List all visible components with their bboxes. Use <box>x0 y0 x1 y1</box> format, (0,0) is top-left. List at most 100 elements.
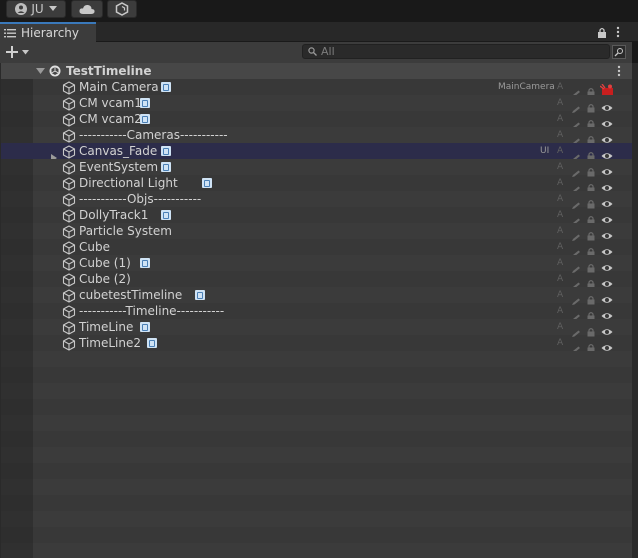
lock-icon[interactable] <box>587 194 595 209</box>
visibility-eye-icon[interactable] <box>601 210 613 223</box>
hierarchy-row[interactable]: Cube (2) A <box>1 271 632 289</box>
pen-icon[interactable] <box>571 115 581 129</box>
visibility-eye-icon[interactable] <box>601 146 613 159</box>
hierarchy-row[interactable]: Canvas_Fade UI A <box>1 143 632 162</box>
visibility-eye-icon[interactable] <box>601 130 613 143</box>
visibility-eye-icon[interactable] <box>601 162 613 175</box>
hierarchy-row[interactable]: -----------Timeline----------- A <box>1 303 632 321</box>
hierarchy-row[interactable]: EventSystem A <box>1 159 632 177</box>
lock-icon[interactable] <box>587 114 595 129</box>
kebab-menu-icon[interactable] <box>616 26 620 38</box>
lock-icon[interactable] <box>587 322 595 337</box>
pen-icon[interactable] <box>571 83 581 97</box>
pen-icon[interactable] <box>571 275 581 289</box>
pen-icon[interactable] <box>571 131 581 145</box>
gameobject-cube-icon <box>62 272 76 287</box>
pen-icon[interactable] <box>571 163 581 177</box>
cloud-button[interactable] <box>71 0 103 18</box>
hierarchy-row[interactable]: Cube A <box>1 239 632 257</box>
hierarchy-list[interactable]: TestTimeline Main Camera MainCamera A CM vc… <box>0 63 632 558</box>
gameobject-cube-icon <box>62 144 76 159</box>
kebab-menu-icon[interactable] <box>617 65 621 77</box>
lock-icon[interactable] <box>587 162 595 177</box>
lock-icon[interactable] <box>587 82 595 97</box>
visibility-eye-icon[interactable] <box>601 114 613 127</box>
lock-icon[interactable] <box>587 258 595 273</box>
visibility-eye-icon[interactable] <box>601 194 613 207</box>
script-badge-icon <box>161 146 171 156</box>
row-gutter <box>1 63 33 79</box>
font-a-icon: A <box>557 274 564 284</box>
account-dropdown[interactable]: JU <box>6 0 66 18</box>
lock-icon[interactable] <box>587 210 595 225</box>
lock-icon[interactable] <box>587 290 595 305</box>
lock-icon[interactable] <box>587 226 595 241</box>
visibility-eye-icon[interactable] <box>601 178 613 191</box>
visibility-eye-icon[interactable] <box>601 290 613 303</box>
pen-icon[interactable] <box>571 323 581 337</box>
hierarchy-row[interactable]: -----------Objs----------- A <box>1 191 632 209</box>
hierarchy-row[interactable]: Main Camera MainCamera A <box>1 79 632 97</box>
font-a-icon: A <box>557 162 564 172</box>
visibility-eye-icon[interactable] <box>601 226 613 239</box>
pen-icon[interactable] <box>571 195 581 209</box>
hierarchy-row[interactable]: Directional Light A <box>1 175 632 193</box>
empty-row <box>1 543 632 558</box>
pen-icon[interactable] <box>571 243 581 257</box>
visibility-eye-icon[interactable] <box>601 338 613 351</box>
tab-hierarchy[interactable]: Hierarchy <box>0 22 96 42</box>
pen-icon[interactable] <box>571 307 581 321</box>
hierarchy-row[interactable]: TimeLine A <box>1 319 632 337</box>
search-field[interactable]: All <box>302 44 610 59</box>
pen-icon[interactable] <box>571 147 581 161</box>
visibility-eye-icon[interactable] <box>601 242 613 255</box>
expand-arrow-icon[interactable] <box>51 147 58 162</box>
lock-icon[interactable] <box>587 242 595 257</box>
create-dropdown[interactable] <box>4 44 32 60</box>
hierarchy-row[interactable]: CM vcam2 A <box>1 111 632 129</box>
gameobject-cube-icon <box>62 192 76 207</box>
gameobject-cube-icon <box>62 240 76 255</box>
hierarchy-row[interactable]: DollyTrack1 A <box>1 207 632 225</box>
gameobject-name: TimeLine2 <box>79 336 142 350</box>
pen-icon[interactable] <box>571 227 581 241</box>
row-gutter <box>1 127 33 143</box>
script-badge-icon <box>140 114 150 124</box>
script-badge-icon <box>161 82 171 92</box>
lock-icon[interactable] <box>587 274 595 289</box>
search-input[interactable]: All <box>321 45 335 58</box>
pen-icon[interactable] <box>571 339 581 353</box>
row-gutter <box>1 463 33 479</box>
expand-arrow-icon[interactable] <box>36 68 45 75</box>
lock-icon[interactable] <box>587 178 595 193</box>
hierarchy-row[interactable]: -----------Cameras----------- A <box>1 127 632 145</box>
pen-icon[interactable] <box>571 291 581 305</box>
collab-button[interactable] <box>107 0 137 18</box>
visibility-eye-icon[interactable] <box>601 98 613 111</box>
scene-row[interactable]: TestTimeline <box>1 63 632 79</box>
pen-icon[interactable] <box>571 211 581 225</box>
hierarchy-row[interactable]: Cube (1) A <box>1 255 632 273</box>
tag-label: MainCamera <box>498 82 555 92</box>
pen-icon[interactable] <box>571 99 581 113</box>
visibility-eye-icon[interactable] <box>601 274 613 287</box>
lock-icon[interactable] <box>587 146 595 161</box>
pen-icon[interactable] <box>571 179 581 193</box>
lock-icon[interactable] <box>587 130 595 145</box>
hierarchy-row[interactable]: CM vcam1 A <box>1 95 632 113</box>
hierarchy-row[interactable]: cubetestTimeline A <box>1 287 632 305</box>
lock-icon[interactable] <box>597 27 607 38</box>
gameobject-name: Cube <box>79 240 110 254</box>
hierarchy-row[interactable]: Particle System A <box>1 223 632 241</box>
lock-icon[interactable] <box>587 338 595 353</box>
lock-icon[interactable] <box>587 98 595 113</box>
lock-icon[interactable] <box>587 306 595 321</box>
visibility-eye-icon[interactable] <box>601 306 613 319</box>
pen-icon[interactable] <box>571 259 581 273</box>
visibility-eye-icon[interactable] <box>601 322 613 335</box>
camera-gizmo-icon[interactable] <box>599 81 614 95</box>
row-gutter <box>1 335 33 351</box>
scene-visibility-button[interactable] <box>612 45 626 59</box>
hierarchy-row[interactable]: TimeLine2 A <box>1 335 632 353</box>
visibility-eye-icon[interactable] <box>601 258 613 271</box>
